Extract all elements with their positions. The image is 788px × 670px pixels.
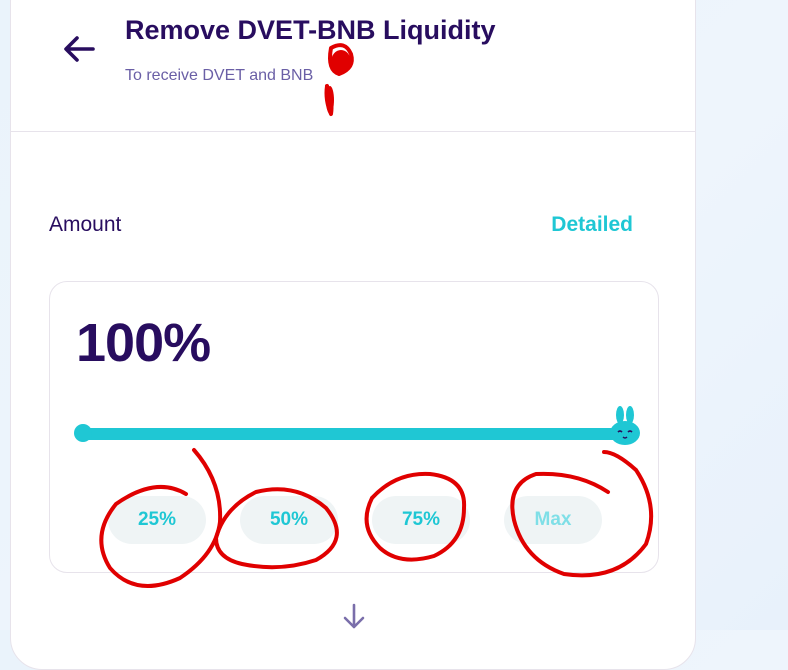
arrow-left-icon (64, 36, 95, 62)
slider-thumb[interactable] (608, 406, 642, 446)
amount-percent: 100% (76, 313, 211, 373)
slider-start-dot (74, 424, 92, 442)
remove-liquidity-card: Remove DVET-BNB Liquidity To receive DVE… (10, 0, 696, 670)
percent-50-button[interactable]: 50% (240, 496, 338, 544)
back-button[interactable] (59, 29, 99, 69)
bunny-icon (610, 406, 640, 445)
detailed-toggle[interactable]: Detailed (551, 213, 633, 237)
percent-75-button[interactable]: 75% (372, 496, 470, 544)
card-header: Remove DVET-BNB Liquidity To receive DVE… (11, 1, 695, 132)
page-subtitle: To receive DVET and BNB (125, 67, 314, 84)
amount-slider[interactable] (74, 406, 640, 445)
page-title: Remove DVET-BNB Liquidity (125, 15, 496, 45)
amount-label: Amount (49, 213, 122, 236)
percent-buttons: 25% 50% 75% Max (108, 496, 602, 544)
amount-panel: 100% 25% 50% 75% Max (49, 281, 659, 573)
arrow-down-button[interactable] (339, 603, 369, 636)
slider-fill (78, 428, 630, 440)
percent-25-button[interactable]: 25% (108, 496, 206, 544)
max-button[interactable]: Max (504, 496, 602, 544)
arrow-down-icon (343, 603, 365, 629)
